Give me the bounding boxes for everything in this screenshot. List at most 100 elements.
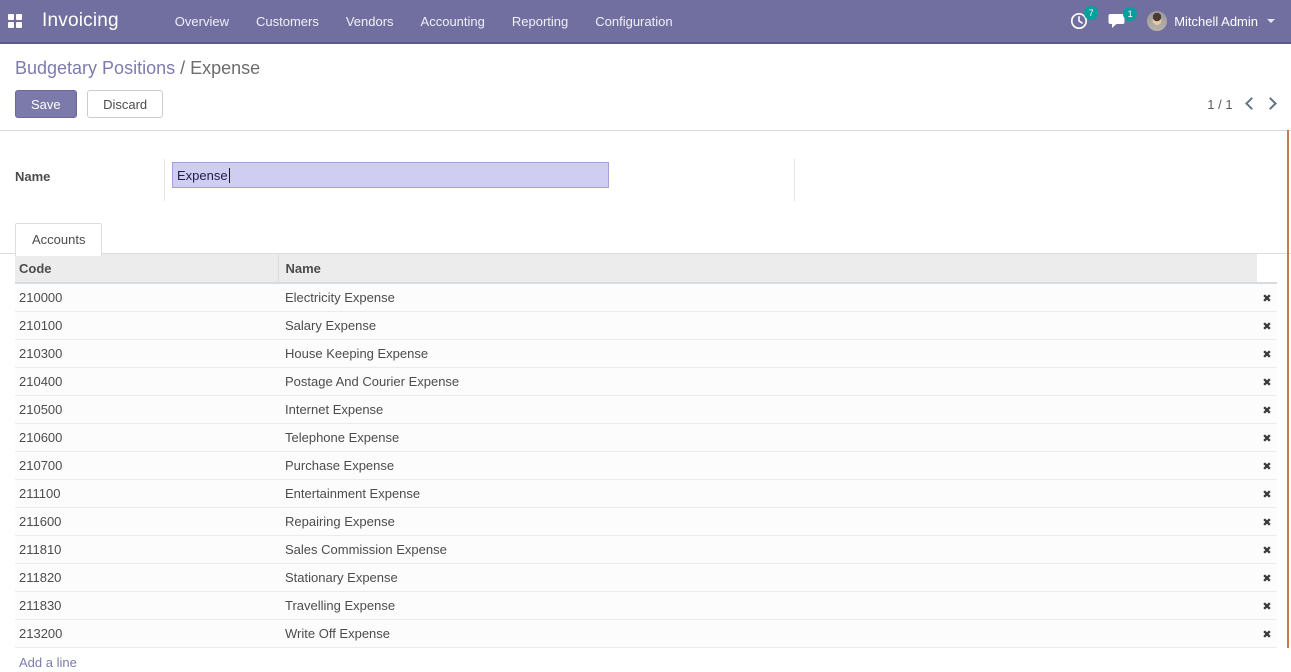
delete-cell: ✖ [1257,451,1277,479]
text-cursor [229,168,230,183]
nav-item-vendors[interactable]: Vendors [346,14,394,29]
message-count-badge: 1 [1123,7,1137,21]
nav-item-configuration[interactable]: Configuration [595,14,672,29]
top-navbar: Invoicing Overview Customers Vendors Accoun… [0,0,1291,44]
name-field-group: Name Expense [15,159,1291,201]
messages-button[interactable]: 1 [1108,13,1127,30]
table-row: 211600 Repairing Expense ✖ [15,507,1277,535]
save-button[interactable]: Save [15,90,77,118]
app-brand[interactable]: Invoicing [42,10,119,32]
name-label-cell: Name [15,159,165,201]
systray: 7 1 Mitchell Admin [1070,11,1291,31]
pager-previous-button[interactable] [1245,97,1258,110]
chevron-down-icon [1267,19,1275,23]
activities-button[interactable]: 7 [1070,12,1088,30]
delete-row-icon[interactable]: ✖ [1262,293,1271,305]
delete-row-icon[interactable]: ✖ [1262,517,1271,529]
delete-row-icon[interactable]: ✖ [1262,321,1271,333]
account-code-cell[interactable]: 213200 [15,619,278,647]
account-code-cell[interactable]: 210100 [15,311,278,339]
activity-count-badge: 7 [1084,6,1098,20]
add-a-line-link[interactable]: Add a line [19,655,77,670]
breadcrumb-parent-link[interactable]: Budgetary Positions [15,58,175,78]
column-header-name[interactable]: Name [278,254,1257,283]
account-code-cell[interactable]: 210500 [15,395,278,423]
delete-row-icon[interactable]: ✖ [1262,601,1271,613]
account-name-cell[interactable]: Stationary Expense [278,563,1257,591]
breadcrumb-separator: / [175,58,190,78]
delete-row-icon[interactable]: ✖ [1262,405,1271,417]
form-buttons: Save Discard [15,90,163,118]
table-row: 210700 Purchase Expense ✖ [15,451,1277,479]
account-name-cell[interactable]: Telephone Expense [278,423,1257,451]
tab-accounts[interactable]: Accounts [15,223,102,256]
page: Invoicing Overview Customers Vendors Accoun… [0,0,1291,663]
delete-row-icon[interactable]: ✖ [1262,629,1271,641]
account-code-cell[interactable]: 210300 [15,339,278,367]
pager-next-button[interactable] [1264,97,1277,110]
control-panel: Budgetary Positions / Expense Save Disca… [0,44,1291,131]
account-name-cell[interactable]: Internet Expense [278,395,1257,423]
nav-item-accounting[interactable]: Accounting [421,14,485,29]
account-name-cell[interactable]: Electricity Expense [278,283,1257,311]
breadcrumb-current: Expense [190,58,260,78]
delete-cell: ✖ [1257,339,1277,367]
column-header-code[interactable]: Code [15,254,278,283]
account-name-cell[interactable]: Purchase Expense [278,451,1257,479]
account-name-cell[interactable]: Postage And Courier Expense [278,367,1257,395]
delete-row-icon[interactable]: ✖ [1262,489,1271,501]
breadcrumb: Budgetary Positions / Expense [15,58,1275,79]
delete-cell: ✖ [1257,507,1277,535]
notebook: Accounts Code Name 210000 Electricity Ex… [0,222,1291,672]
column-header-delete [1257,254,1277,283]
user-name: Mitchell Admin [1174,14,1258,29]
account-name-cell[interactable]: Repairing Expense [278,507,1257,535]
account-name-cell[interactable]: Sales Commission Expense [278,535,1257,563]
table-row: 211810 Sales Commission Expense ✖ [15,535,1277,563]
nav-item-customers[interactable]: Customers [256,14,319,29]
name-field-label: Name [15,169,50,184]
tabs-row: Accounts [0,222,1291,254]
account-name-cell[interactable]: Salary Expense [278,311,1257,339]
delete-row-icon[interactable]: ✖ [1262,349,1271,361]
delete-cell: ✖ [1257,591,1277,619]
account-code-cell[interactable]: 210000 [15,283,278,311]
table-row: 210100 Salary Expense ✖ [15,311,1277,339]
delete-row-icon[interactable]: ✖ [1262,377,1271,389]
delete-cell: ✖ [1257,479,1277,507]
nav-item-reporting[interactable]: Reporting [512,14,568,29]
account-code-cell[interactable]: 210700 [15,451,278,479]
account-code-cell[interactable]: 210400 [15,367,278,395]
pager-value: 1 / 1 [1207,97,1232,112]
table-row: 210300 House Keeping Expense ✖ [15,339,1277,367]
account-code-cell[interactable]: 211600 [15,507,278,535]
account-name-cell[interactable]: Travelling Expense [278,591,1257,619]
accounts-table-body: 210000 Electricity Expense ✖ 210100 Sala… [15,283,1277,647]
delete-cell: ✖ [1257,395,1277,423]
delete-row-icon[interactable]: ✖ [1262,461,1271,473]
discard-button[interactable]: Discard [87,90,163,118]
account-name-cell[interactable]: House Keeping Expense [278,339,1257,367]
delete-cell: ✖ [1257,311,1277,339]
account-code-cell[interactable]: 211810 [15,535,278,563]
account-code-cell[interactable]: 211820 [15,563,278,591]
name-input[interactable]: Expense [172,162,609,188]
pager: 1 / 1 [1207,95,1275,113]
user-menu[interactable]: Mitchell Admin [1147,11,1275,31]
apps-grid-icon[interactable] [8,14,23,29]
table-row: 213200 Write Off Expense ✖ [15,619,1277,647]
account-name-cell[interactable]: Entertainment Expense [278,479,1257,507]
account-code-cell[interactable]: 211100 [15,479,278,507]
user-avatar [1147,11,1167,31]
account-code-cell[interactable]: 210600 [15,423,278,451]
name-value-cell: Expense [165,159,795,201]
form-sheet: Name Expense Accounts Code Name [0,131,1291,672]
account-code-cell[interactable]: 211830 [15,591,278,619]
account-name-cell[interactable]: Write Off Expense [278,619,1257,647]
delete-row-icon[interactable]: ✖ [1262,573,1271,585]
delete-row-icon[interactable]: ✖ [1262,433,1271,445]
delete-cell: ✖ [1257,563,1277,591]
delete-row-icon[interactable]: ✖ [1262,545,1271,557]
table-header-row: Code Name [15,254,1277,283]
nav-item-overview[interactable]: Overview [175,14,229,29]
